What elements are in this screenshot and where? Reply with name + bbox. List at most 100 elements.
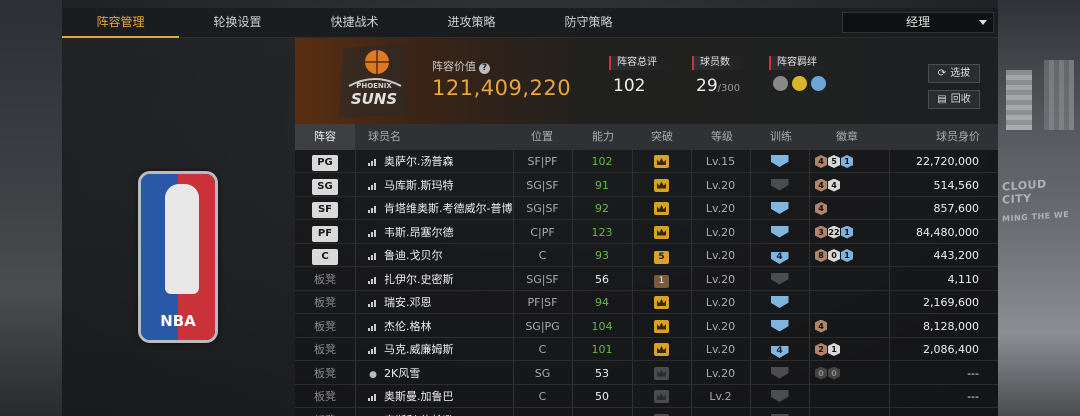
- tab-quick-tactics[interactable]: 快捷战术: [296, 8, 413, 38]
- tab-defense-strategy[interactable]: 防守策略: [530, 8, 647, 38]
- background-banner: [1044, 60, 1074, 130]
- training-shield-icon[interactable]: [770, 225, 789, 238]
- lineup-panel: 阵容管理 轮换设置 快捷战术 进攻策略 防守策略 经理 NBA PHOENIX …: [62, 8, 998, 416]
- table-row[interactable]: SF 肯塔维奥斯.考德威尔-普博 SG|SF 92 Lv.20 4 857,600: [295, 197, 998, 220]
- player-ability: 93: [595, 249, 609, 262]
- training-shield-icon[interactable]: [770, 155, 789, 167]
- col-header-lineup[interactable]: 阵容: [295, 124, 355, 150]
- position-badge: SG: [312, 178, 338, 195]
- tab-offense-strategy[interactable]: 进攻策略: [413, 8, 530, 38]
- badge-icon: 5: [828, 155, 840, 168]
- col-header-training[interactable]: 训练: [770, 124, 792, 150]
- player-level: Lv.20: [705, 202, 736, 215]
- player-value: 84,480,000: [916, 225, 979, 239]
- nba-logo: NBA: [138, 171, 218, 343]
- recycle-button[interactable]: ▤ 回收: [928, 90, 980, 109]
- stat-chemistry: 阵容羁绊: [769, 56, 829, 91]
- svg-text:SUNS: SUNS: [351, 90, 397, 108]
- col-header-badges[interactable]: 徽章: [836, 124, 858, 150]
- player-level: Lv.15: [705, 155, 736, 168]
- background-flag: [1006, 70, 1032, 130]
- table-row[interactable]: PF74韦斯.昂塞尔德C|PF123Lv.20322184,480,000: [295, 221, 998, 244]
- background-sign-text: CLOUD CITY: [1002, 177, 1047, 207]
- col-header-name[interactable]: 球员名: [368, 124, 401, 150]
- tab-bar: 阵容管理 轮换设置 快捷战术 进攻策略 防守策略 经理: [62, 8, 998, 38]
- position-badge: PF: [312, 225, 338, 242]
- training-shield-icon[interactable]: [770, 366, 789, 379]
- table-row[interactable]: 板凳 奥斯曼.加鲁巴 C 50 Lv.2 ---: [295, 385, 998, 408]
- signal-bars-icon: [368, 322, 378, 331]
- training-shield-icon[interactable]: [770, 390, 789, 402]
- player-name[interactable]: 鲁迪.戈贝尔: [384, 249, 443, 262]
- chevron-down-icon: [979, 20, 987, 25]
- player-level: Lv.20: [705, 272, 736, 286]
- table-row[interactable]: PG 奥萨尔.汤普森 SF|PF 102 Lv.15 4 5 1 22,720,000: [295, 150, 998, 173]
- player-position: SG|PG: [525, 319, 560, 333]
- player-name[interactable]: 瑞安.邓恩: [384, 296, 432, 309]
- table-row[interactable]: 板凳 瑞安.邓恩 PF|SF 94 Lv.20 2,169,600: [295, 291, 998, 314]
- player-value: 8,128,000: [923, 319, 979, 333]
- roster-table-header: 阵容 球员名 位置 能力 突破 等级 训练 徽章 球员身价: [295, 124, 998, 150]
- player-ability: 101: [591, 343, 613, 356]
- player-name[interactable]: 马克.威廉姆斯: [384, 343, 454, 356]
- player-name[interactable]: 奥萨尔.汤普森: [384, 155, 454, 168]
- training-shield-icon[interactable]: [770, 178, 789, 191]
- col-header-level[interactable]: 等级: [711, 124, 733, 150]
- player-ability: 94: [595, 296, 609, 309]
- training-shield-icon[interactable]: [770, 296, 789, 308]
- chemistry-icons[interactable]: [769, 76, 829, 91]
- role-dropdown[interactable]: 经理: [842, 12, 994, 33]
- tab-lineup-management[interactable]: 阵容管理: [62, 8, 179, 38]
- table-row[interactable]: 板凳泰斯利.约翰逊SF|PF56Lv.205,750: [295, 409, 998, 416]
- tab-rotation-settings[interactable]: 轮换设置: [179, 8, 296, 38]
- stat-player-count-value: 29/300: [692, 76, 752, 96]
- player-name[interactable]: 奥斯曼.加鲁巴: [384, 390, 454, 403]
- table-row[interactable]: 板凳 ● 2K风雪 SG 53 Lv.20 0 0 ---: [295, 362, 998, 385]
- col-header-position[interactable]: 位置: [531, 124, 553, 150]
- crown-icon: [654, 390, 669, 403]
- lineup-value-label-text: 阵容价值: [432, 60, 476, 73]
- table-row[interactable]: C 鲁迪.戈贝尔 C 93 5 Lv.20 4 8 0 1 443,200: [295, 244, 998, 267]
- crown-icon: [654, 343, 669, 356]
- stat-player-count: 球员数 29/300: [692, 56, 752, 96]
- help-icon[interactable]: ?: [479, 63, 490, 74]
- sign-button[interactable]: ⟳ 选拔: [928, 64, 980, 83]
- badge-icon: 0: [815, 366, 827, 380]
- crown-icon: [654, 178, 669, 192]
- player-name[interactable]: 韦斯.昂塞尔德: [384, 226, 454, 239]
- player-level: Lv.20: [705, 249, 736, 262]
- training-shield-icon[interactable]: 4: [770, 252, 789, 264]
- player-name[interactable]: 肯塔维奥斯.考德威尔-普博: [384, 202, 512, 215]
- col-header-breakthrough[interactable]: 突破: [651, 124, 673, 150]
- crown-icon: [654, 155, 669, 168]
- signal-bars-icon: [368, 345, 378, 354]
- player-name[interactable]: 扎伊尔.史密斯: [384, 273, 454, 286]
- player-ability: 92: [595, 202, 609, 215]
- signal-bars-icon: [368, 157, 378, 166]
- col-header-value[interactable]: 球员身价: [936, 124, 980, 150]
- training-shield-icon[interactable]: [770, 202, 789, 214]
- player-position: SF|PF: [527, 155, 558, 168]
- league-logo-area: NBA: [62, 38, 295, 416]
- player-ability: 123: [591, 225, 613, 239]
- player-value: ---: [967, 366, 979, 380]
- table-row[interactable]: 板凳 扎伊尔.史密斯 SG|SF 56 1 Lv.20 4,110: [295, 268, 998, 291]
- table-row[interactable]: 板凳 杰伦.格林 SG|PG 104 Lv.20 4 8,128,000: [295, 315, 998, 338]
- badge-icon: 1: [841, 155, 853, 168]
- player-level: Lv.20: [705, 296, 736, 309]
- table-row[interactable]: SG 马库斯.斯玛特 SG|SF 91 Lv.20 4 4 514,560: [295, 174, 998, 197]
- player-name[interactable]: 杰伦.格林: [384, 320, 432, 333]
- signal-bars-icon: [368, 392, 378, 401]
- player-name[interactable]: 马库斯.斯玛特: [384, 179, 454, 192]
- training-shield-icon[interactable]: [770, 319, 789, 332]
- breakthrough-badge: 5: [654, 251, 669, 264]
- player-ability: 102: [591, 155, 613, 168]
- player-name[interactable]: 2K风雪: [384, 367, 420, 380]
- table-row[interactable]: 板凳 马克.威廉姆斯 C 101 Lv.20 4 2 1 2,086,400: [295, 338, 998, 361]
- signal-bars-icon: [368, 298, 378, 307]
- stat-player-count-label: 球员数: [692, 56, 752, 70]
- col-header-ability[interactable]: 能力: [592, 124, 614, 150]
- training-shield-icon[interactable]: [770, 272, 789, 285]
- training-shield-icon[interactable]: 4: [770, 346, 789, 358]
- badge-icon: 4: [815, 202, 827, 215]
